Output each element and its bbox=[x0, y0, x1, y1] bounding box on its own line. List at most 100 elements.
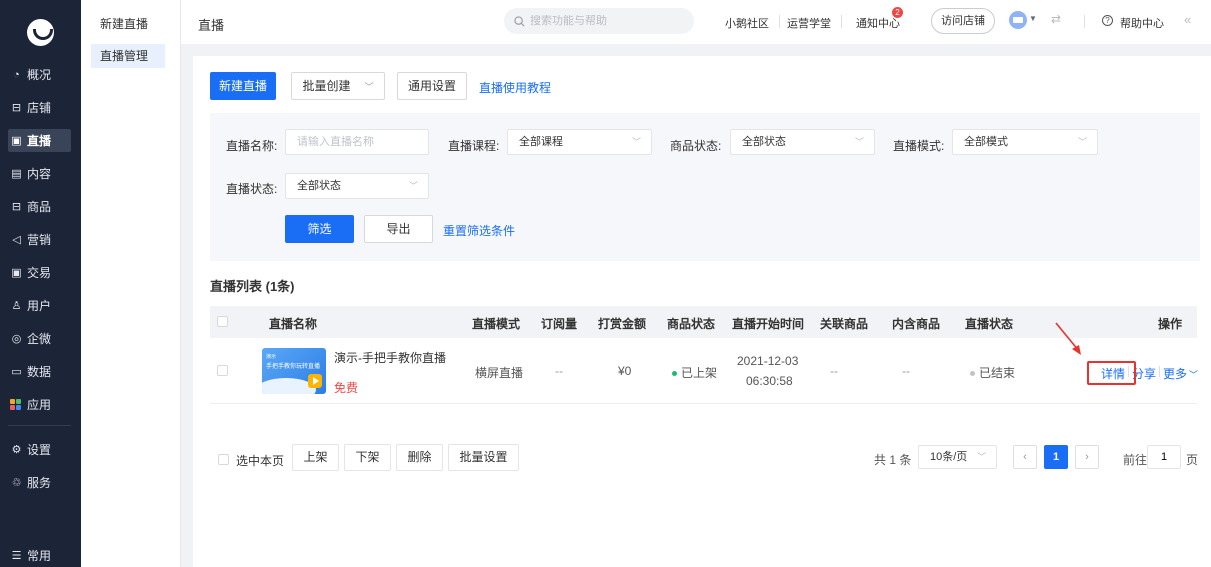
nav-item-label: 交易 bbox=[27, 266, 52, 280]
play-icon bbox=[308, 374, 322, 388]
annotation-highlight-box bbox=[1087, 361, 1136, 385]
more-dropdown[interactable]: 更多 ﹀ bbox=[1163, 365, 1198, 382]
cover-title-text: 手把手教你玩转直播 bbox=[266, 364, 321, 370]
select-all-checkbox[interactable] bbox=[217, 316, 228, 327]
nav-item-label: 直播 bbox=[27, 134, 52, 148]
caret-down-icon[interactable]: ▼ bbox=[1029, 14, 1037, 23]
take-off-shelf-button[interactable]: 下架 bbox=[344, 444, 391, 471]
delete-button[interactable]: 删除 bbox=[396, 444, 443, 471]
live-name[interactable]: 演示-手把手教你直播 bbox=[334, 349, 446, 366]
table-row: 演示 手把手教你玩转直播 演示-手把手教你直播 免费 横屏直播 -- ¥0 已上… bbox=[210, 338, 1198, 404]
goods-status-select[interactable]: 全部状态 ﹀ bbox=[730, 129, 875, 155]
live-status-select[interactable]: 全部状态 ﹀ bbox=[285, 173, 429, 199]
batch-settings-button[interactable]: 批量设置 bbox=[448, 444, 519, 471]
nav-item-content[interactable]: ▤ 内容 bbox=[8, 162, 71, 185]
new-live-button[interactable]: 新建直播 bbox=[210, 72, 276, 100]
subnav-item-new-live[interactable]: 新建直播 bbox=[91, 12, 165, 36]
filter-panel: 直播名称: 直播课程: 全部课程 ﹀ 商品状态: 全部状态 ﹀ 直播模式: 全部模式… bbox=[210, 113, 1200, 261]
nav-item-goods[interactable]: ⊟ 商品 bbox=[8, 195, 71, 218]
divider bbox=[1159, 366, 1160, 377]
row-checkbox[interactable] bbox=[217, 365, 228, 376]
column-header: 内含商品 bbox=[892, 317, 941, 331]
select-page-label: 选中本页 bbox=[236, 454, 285, 468]
put-on-shelf-button[interactable]: 上架 bbox=[292, 444, 339, 471]
live-name-input[interactable] bbox=[285, 129, 429, 155]
column-header: 订阅量 bbox=[541, 317, 578, 331]
page-size-select[interactable]: 10条/页 ﹀ bbox=[918, 445, 997, 469]
shop-icon: ⊟ bbox=[11, 102, 22, 114]
annotation-arrow bbox=[1055, 322, 1081, 355]
more-label: 更多 bbox=[1163, 367, 1188, 381]
apps-grid-icon bbox=[10, 399, 23, 410]
chevron-down-icon: ﹀ bbox=[364, 82, 374, 92]
status-dot bbox=[672, 371, 677, 377]
divider bbox=[841, 15, 842, 28]
community-link[interactable]: 小鹅社区 bbox=[725, 15, 769, 31]
nav-item-users[interactable]: ♙ 用户 bbox=[8, 294, 71, 317]
top-header: 直播 小鹅社区 运营学堂 通知中心 2 访问店铺 ▼ ⇄ ? 帮助中心 « bbox=[181, 0, 1211, 44]
column-header: 关联商品 bbox=[820, 317, 869, 331]
chevron-down-icon: ﹀ bbox=[1077, 137, 1087, 147]
course-select[interactable]: 全部课程 ﹀ bbox=[507, 129, 652, 155]
nav-item-common[interactable]: ☰ 常用 bbox=[8, 544, 71, 567]
nav-item-trade[interactable]: ▣ 交易 bbox=[8, 261, 71, 284]
search-box[interactable] bbox=[504, 8, 694, 34]
page-1-button[interactable]: 1 bbox=[1044, 445, 1068, 469]
notice-link[interactable]: 通知中心 bbox=[856, 15, 900, 31]
switch-icon[interactable]: ⇄ bbox=[1051, 12, 1061, 26]
chevron-down-icon: ﹀ bbox=[408, 181, 418, 191]
nav-item-settings[interactable]: ⚙ 设置 bbox=[8, 438, 71, 461]
nav-item-label: 店铺 bbox=[27, 101, 52, 115]
page-unit-label: 页 bbox=[1186, 453, 1199, 467]
nav-item-wecom[interactable]: ◎ 企微 bbox=[8, 327, 71, 350]
prev-page-button[interactable]: ‹ bbox=[1013, 445, 1037, 469]
collapse-icon[interactable]: « bbox=[1184, 12, 1191, 27]
user-icon: ♙ bbox=[11, 300, 22, 312]
filter-label-course: 直播课程: bbox=[448, 139, 500, 153]
filter-label-name: 直播名称: bbox=[226, 139, 278, 153]
start-date: 2021-12-03 bbox=[737, 354, 799, 368]
reset-filter-link[interactable]: 重置筛选条件 bbox=[443, 222, 515, 239]
batch-create-dropdown[interactable]: 批量创建 ﹀ bbox=[291, 72, 385, 100]
nav-item-service[interactable]: ♲ 服务 bbox=[8, 471, 71, 494]
nav-item-label: 概况 bbox=[27, 68, 52, 82]
academy-link[interactable]: 运营学堂 bbox=[787, 15, 831, 31]
help-center-link[interactable]: 帮助中心 bbox=[1120, 15, 1164, 31]
subnav-item-live-manage[interactable]: 直播管理 bbox=[91, 44, 165, 68]
chevron-down-icon: ﹀ bbox=[854, 137, 864, 147]
filter-button[interactable]: 筛选 bbox=[285, 215, 354, 243]
general-settings-button[interactable]: 通用设置 bbox=[397, 72, 467, 100]
nav-item-data[interactable]: ▭ 数据 bbox=[8, 360, 71, 383]
nav-item-apps[interactable]: 应用 bbox=[8, 393, 71, 416]
sub-nav: 新建直播 直播管理 bbox=[81, 0, 181, 567]
nav-item-live[interactable]: ▣ 直播 bbox=[8, 129, 71, 152]
column-header: 直播开始时间 bbox=[732, 317, 805, 331]
logo-icon[interactable] bbox=[27, 19, 54, 46]
nav-item-marketing[interactable]: ◁ 营销 bbox=[8, 228, 71, 251]
contained-goods: -- bbox=[902, 364, 910, 378]
nav-item-shop[interactable]: ⊟ 店铺 bbox=[8, 96, 71, 119]
trade-icon: ▣ bbox=[11, 267, 22, 279]
filter-label-goods: 商品状态: bbox=[670, 139, 722, 153]
mode-select[interactable]: 全部模式 ﹀ bbox=[952, 129, 1098, 155]
search-input[interactable] bbox=[530, 15, 680, 27]
avatar[interactable] bbox=[1009, 11, 1027, 29]
goto-page-input[interactable] bbox=[1147, 445, 1181, 469]
list-icon: ☰ bbox=[11, 550, 22, 562]
document-icon: ▤ bbox=[11, 168, 22, 180]
main-content: 新建直播 批量创建 ﹀ 通用设置 直播使用教程 直播名称: 直播课程: 全部课程 ﹀… bbox=[193, 56, 1211, 567]
batch-create-label: 批量创建 bbox=[302, 79, 351, 93]
export-button[interactable]: 导出 bbox=[364, 215, 433, 243]
goods-status: 已上架 bbox=[672, 364, 717, 381]
nav-item-overview[interactable]: ◔ 概况 bbox=[8, 63, 71, 86]
tutorial-link[interactable]: 直播使用教程 bbox=[479, 79, 551, 96]
visit-store-button[interactable]: 访问店铺 bbox=[931, 8, 995, 34]
select-page-checkbox[interactable] bbox=[218, 454, 229, 465]
live-status: 已结束 bbox=[970, 364, 1015, 381]
nav-item-label: 内容 bbox=[27, 167, 52, 181]
search-icon bbox=[514, 15, 525, 27]
video-icon: ▣ bbox=[11, 135, 22, 147]
live-cover-image[interactable]: 演示 手把手教你玩转直播 bbox=[262, 348, 326, 394]
next-page-button[interactable]: › bbox=[1075, 445, 1099, 469]
start-time: 06:30:58 bbox=[746, 374, 793, 388]
